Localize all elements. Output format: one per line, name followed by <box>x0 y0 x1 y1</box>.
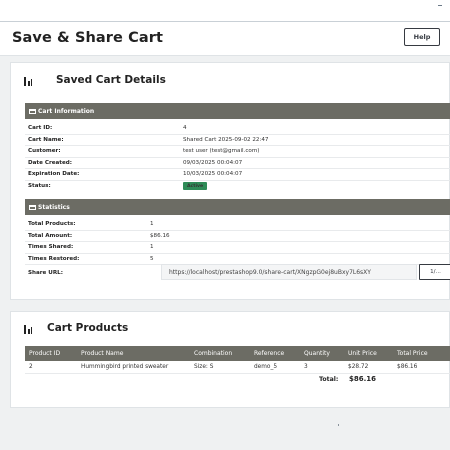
info-label: Cart Name: <box>28 136 64 143</box>
info-label: Expiration Date: <box>28 171 80 178</box>
stat-row-times-shared: Times Shared: 1 <box>25 242 450 254</box>
stat-value: $86.16 <box>150 232 170 239</box>
stat-row-total-products: Total Products: 1 <box>25 219 450 231</box>
column-header: Product ID <box>25 346 77 361</box>
stat-label: Total Products: <box>28 221 76 228</box>
stat-label: Times Shared: <box>28 244 74 251</box>
info-row-customer: Customer: test user (test@gmail.com) <box>25 146 450 158</box>
info-label: Date Created: <box>28 159 72 166</box>
stat-row-total-amount: Total Amount: $86.16 <box>25 231 450 242</box>
info-value: 10/03/2025 00:04:07 <box>183 171 243 178</box>
table-icon <box>29 108 36 114</box>
column-header: Combination <box>190 346 250 361</box>
stat-value: 1 <box>150 244 154 251</box>
cell-product-name: Hummingbird printed sweater <box>77 361 190 374</box>
statistics-header: Statistics <box>25 199 450 215</box>
stat-value: 1 <box>150 221 154 228</box>
details-title: Saved Cart Details <box>56 74 166 86</box>
total-label: Total: <box>319 376 339 383</box>
top-bar <box>0 0 450 22</box>
info-row-date-created: Date Created: 09/03/2025 00:04:07 <box>25 158 450 169</box>
help-button[interactable]: Help <box>404 28 440 46</box>
decorative-mark <box>338 424 339 426</box>
cart-products-card: Cart Products Product ID Product Name Co… <box>10 311 450 408</box>
stat-label: Times Restored: <box>28 255 80 262</box>
copy-url-button[interactable]: 1/... <box>419 264 450 280</box>
total-value: $86.16 <box>349 375 377 383</box>
info-label: Status: <box>28 183 51 190</box>
info-value: test user (test@gmail.com) <box>183 148 260 155</box>
column-header: Total Price <box>393 346 450 361</box>
column-header: Quantity <box>300 346 344 361</box>
info-label: Cart ID: <box>28 125 53 132</box>
cell-unit-price: $28.72 <box>344 361 393 374</box>
column-header: Unit Price <box>344 346 393 361</box>
share-url-field[interactable]: https://localhost/prestashop9.0/share-ca… <box>161 264 417 280</box>
column-header: Reference <box>250 346 300 361</box>
info-value: Shared Cart 2025-09-02 22:47 <box>183 136 269 143</box>
page-header: Save & Share Cart Help <box>0 22 450 56</box>
bar-chart-icon <box>23 75 35 86</box>
table-row: 2 Hummingbird printed sweater Size: S de… <box>25 361 450 374</box>
info-row-expiration-date: Expiration Date: 10/03/2025 00:04:07 <box>25 169 450 181</box>
cell-total-price: $86.16 <box>393 361 450 374</box>
cell-reference: demo_5 <box>250 361 300 374</box>
page-title: Save & Share Cart <box>12 30 164 46</box>
cell-quantity: 3 <box>300 361 344 374</box>
cart-information-header: Cart Information <box>25 103 450 119</box>
info-row-status: Status: Active <box>25 181 450 193</box>
products-table-header: Product ID Product Name Combination Refe… <box>25 346 450 361</box>
status-badge: Active <box>183 182 208 191</box>
stat-value: 5 <box>150 255 154 262</box>
saved-cart-details-card: Saved Cart Details Cart Information Cart… <box>10 62 450 300</box>
cell-combination: Size: S <box>190 361 250 374</box>
cart-information-heading: Cart Information <box>38 107 95 115</box>
info-row-cart-name: Cart Name: Shared Cart 2025-09-02 22:47 <box>25 135 450 146</box>
share-url-label: Share URL: <box>28 270 63 276</box>
column-header: Product Name <box>77 346 190 361</box>
share-url-row: Share URL: https://localhost/prestashop9… <box>25 262 450 284</box>
info-row-cart-id: Cart ID: 4 <box>25 123 450 135</box>
details-title-row: Saved Cart Details <box>23 74 166 86</box>
info-value: 4 <box>183 125 187 132</box>
info-value: 09/03/2025 00:04:07 <box>183 159 243 166</box>
top-bar-mark <box>438 5 442 6</box>
products-table: Product ID Product Name Combination Refe… <box>25 346 450 374</box>
statistics-heading: Statistics <box>38 203 70 211</box>
table-icon <box>29 204 36 210</box>
info-label: Customer: <box>28 148 61 155</box>
cell-product-id: 2 <box>25 361 77 374</box>
bar-chart-icon <box>23 323 35 334</box>
products-title: Cart Products <box>47 322 129 334</box>
stat-label: Total Amount: <box>28 232 73 239</box>
products-title-row: Cart Products <box>23 322 128 334</box>
